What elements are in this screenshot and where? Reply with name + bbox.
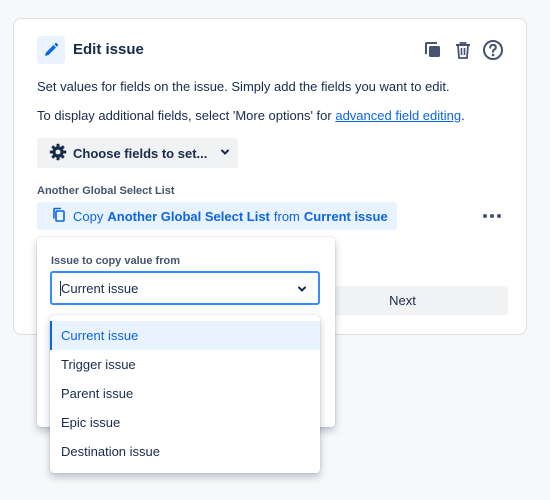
- copy-value-button[interactable]: Copy Another Global Select List from Cur…: [37, 202, 397, 230]
- help-icon[interactable]: [482, 39, 504, 61]
- panel-title: Edit issue: [73, 41, 144, 58]
- issue-source-menu: Current issue Trigger issue Parent issue…: [50, 315, 320, 473]
- description-prefix: To display additional fields, select 'Mo…: [37, 108, 336, 123]
- pencil-icon: [37, 36, 65, 64]
- copy-source-name: Current issue: [303, 208, 388, 224]
- description-line-1: Set values for fields on the issue. Simp…: [37, 79, 450, 94]
- copy-icon[interactable]: [422, 39, 444, 61]
- popup-label: Issue to copy value from: [51, 255, 180, 267]
- menu-item-epic-issue[interactable]: Epic issue: [50, 408, 320, 437]
- issue-source-select[interactable]: Current issue: [50, 271, 320, 305]
- chevron-down-icon: [219, 146, 231, 161]
- description-line-2: To display additional fields, select 'Mo…: [37, 108, 465, 123]
- menu-item-trigger-issue[interactable]: Trigger issue: [50, 350, 320, 379]
- advanced-field-editing-link[interactable]: advanced field editing: [335, 108, 461, 123]
- copy-icon: [51, 207, 67, 226]
- trash-icon[interactable]: [452, 39, 474, 61]
- more-icon[interactable]: [481, 205, 503, 227]
- copy-field-name: Another Global Select List: [107, 208, 270, 224]
- field-label: Another Global Select List: [37, 185, 175, 197]
- menu-item-destination-issue[interactable]: Destination issue: [50, 437, 320, 466]
- gear-icon: [49, 143, 67, 164]
- copy-middle: from: [273, 208, 300, 224]
- copy-prefix: Copy: [73, 208, 104, 224]
- select-value: Current issue: [61, 280, 139, 296]
- chevron-down-icon: [296, 283, 308, 298]
- description-suffix: .: [461, 108, 465, 123]
- menu-item-parent-issue[interactable]: Parent issue: [50, 379, 320, 408]
- choose-fields-button[interactable]: Choose fields to set...: [37, 138, 238, 168]
- menu-item-current-issue[interactable]: Current issue: [50, 321, 320, 350]
- choose-fields-label: Choose fields to set...: [73, 145, 208, 161]
- header-actions: [422, 39, 504, 61]
